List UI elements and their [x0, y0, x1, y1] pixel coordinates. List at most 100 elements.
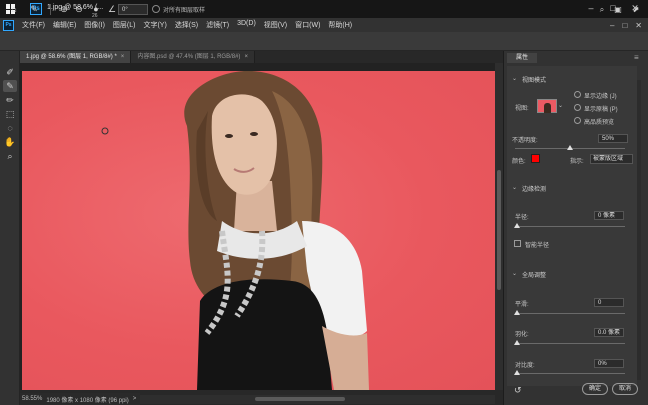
- close-icon[interactable]: ×: [121, 54, 125, 60]
- chevron-down-icon[interactable]: ⌄: [512, 184, 517, 191]
- workspace-icon[interactable]: ▣: [612, 4, 624, 15]
- brush-subtract-icon[interactable]: ⊖: [73, 4, 85, 15]
- zoom-tool-icon[interactable]: ⌕: [3, 150, 17, 162]
- radius-label: 半径:: [515, 215, 529, 221]
- sample-all-layers-label: 对所有图层取样: [163, 8, 206, 14]
- ok-button[interactable]: 确定: [582, 383, 608, 395]
- menu-help[interactable]: 帮助(H): [324, 20, 356, 30]
- canvas[interactable]: [22, 71, 495, 390]
- menu-bar: Ps 文件(F) 编辑(E) 图像(I) 图层(L) 文字(Y) 选择(S) 滤…: [0, 18, 648, 32]
- hand-tool-icon[interactable]: ✋: [3, 136, 17, 148]
- brush-add-icon[interactable]: ⊕: [58, 4, 70, 15]
- app-close-button[interactable]: ✕: [635, 21, 642, 30]
- contrast-slider-thumb[interactable]: [514, 370, 520, 375]
- feather-slider-thumb[interactable]: [514, 340, 520, 345]
- feather-label: 羽化:: [515, 332, 529, 338]
- indicates-label: 指示:: [570, 159, 584, 165]
- menu-select[interactable]: 选择(S): [171, 20, 202, 30]
- smooth-slider-thumb[interactable]: [514, 310, 520, 315]
- view-mode-heading: 视图模式: [522, 78, 547, 84]
- show-edge-label: 显示边缘 (J): [584, 94, 617, 100]
- menu-view[interactable]: 视图(V): [260, 20, 291, 30]
- tab-properties[interactable]: 属性: [507, 53, 537, 63]
- view-label: 视图:: [515, 106, 529, 112]
- feather-slider[interactable]: [515, 343, 625, 344]
- menu-layer[interactable]: 图层(L): [109, 20, 140, 30]
- photoshop-logo-icon: Ps: [3, 19, 14, 31]
- home-icon[interactable]: ⌂: [8, 4, 20, 15]
- smooth-slider[interactable]: [515, 313, 625, 314]
- contrast-label: 对比度:: [515, 363, 535, 369]
- feather-field[interactable]: 0.0 像素: [594, 328, 624, 337]
- menu-file[interactable]: 文件(F): [18, 20, 49, 30]
- opacity-slider-thumb[interactable]: [567, 145, 573, 150]
- horizontal-scroll-thumb[interactable]: [255, 397, 345, 401]
- high-quality-preview-label: 高品质预览: [584, 120, 615, 126]
- smooth-label: 平滑:: [515, 302, 529, 308]
- indicates-select[interactable]: 被蒙版区域: [590, 154, 633, 164]
- menu-type[interactable]: 文字(Y): [139, 20, 170, 30]
- menu-image[interactable]: 图像(I): [80, 20, 109, 30]
- menu-edit[interactable]: 编辑(E): [49, 20, 80, 30]
- status-menu-arrow[interactable]: >: [133, 396, 137, 402]
- portrait-photo: [101, 71, 369, 390]
- brush-tool-icon[interactable]: ✏: [3, 94, 17, 106]
- opacity-label: 不透明度:: [512, 138, 538, 144]
- menu-filter[interactable]: 滤镜(T): [202, 20, 233, 30]
- menu-3d[interactable]: 3D(D): [233, 20, 260, 30]
- panel-menu-icon[interactable]: ≡: [634, 53, 639, 62]
- quick-selection-tool-icon[interactable]: ✐: [3, 66, 17, 78]
- brush-size-label: 26: [92, 13, 98, 19]
- search-icon[interactable]: ⌕: [596, 4, 608, 15]
- vertical-scroll-thumb[interactable]: [497, 170, 501, 290]
- tab-label: 1.jpg @ 58.6% (图层 1, RGB/8#) *: [26, 54, 117, 60]
- chevron-down-icon[interactable]: ⌄: [512, 270, 517, 277]
- lasso-tool-icon[interactable]: ◌: [3, 122, 17, 134]
- show-edge-checkbox[interactable]: [574, 91, 581, 98]
- document-info: 1980 像素 x 1080 像素 (96 ppi): [46, 397, 129, 404]
- app-maximize-button[interactable]: □: [622, 21, 627, 30]
- chevron-down-icon[interactable]: ⌄: [558, 102, 563, 109]
- cancel-button[interactable]: 取消: [612, 383, 638, 395]
- color-label: 颜色:: [512, 159, 526, 165]
- document-tabs: 1.jpg @ 58.6% (图层 1, RGB/8#) * × 内容图.psd …: [20, 51, 503, 63]
- radius-field[interactable]: 0 像素: [594, 211, 624, 220]
- edge-detection-heading: 边缘检测: [522, 187, 547, 193]
- tab-label: 内容图.psd @ 47.4% (图层 1, RGB/8#): [137, 54, 241, 60]
- view-mode-thumbnail[interactable]: [537, 99, 557, 113]
- smart-radius-checkbox[interactable]: [514, 240, 521, 247]
- tab-document-1[interactable]: 1.jpg @ 58.6% (图层 1, RGB/8#) * ×: [20, 51, 132, 63]
- high-quality-preview-checkbox[interactable]: [574, 117, 581, 124]
- radius-slider[interactable]: [515, 226, 625, 227]
- radius-slider-thumb[interactable]: [514, 223, 520, 228]
- show-original-label: 显示原稿 (P): [584, 107, 618, 113]
- refine-edge-brush-tool-icon[interactable]: ✎: [3, 80, 17, 92]
- left-eye: [225, 134, 233, 138]
- sample-all-layers-checkbox[interactable]: [152, 5, 160, 13]
- zoom-level[interactable]: 58.55%: [22, 396, 42, 402]
- options-bar: [0, 32, 648, 51]
- opacity-field[interactable]: 50%: [598, 134, 628, 143]
- status-bar: 58.55% 1980 像素 x 1080 像素 (96 ppi) >: [20, 393, 140, 405]
- close-icon[interactable]: ×: [244, 54, 248, 60]
- overlay-color-swatch[interactable]: [531, 154, 540, 163]
- object-selection-tool-icon[interactable]: ⬚: [3, 108, 17, 120]
- show-original-checkbox[interactable]: [574, 104, 581, 111]
- black-top: [197, 279, 332, 390]
- menu-window[interactable]: 窗口(W): [291, 20, 324, 30]
- share-icon[interactable]: ⬈: [630, 4, 642, 15]
- panel-scrollbar[interactable]: [637, 80, 641, 380]
- smooth-field[interactable]: 0: [594, 298, 624, 307]
- reset-icon[interactable]: ↺: [514, 385, 522, 396]
- smart-radius-label: 智能半径: [525, 243, 550, 249]
- angle-field[interactable]: 0°: [118, 4, 148, 15]
- contrast-slider[interactable]: [515, 373, 625, 374]
- app-minimize-button[interactable]: –: [610, 21, 614, 30]
- contrast-field[interactable]: 0%: [594, 359, 624, 368]
- options-separator: [50, 4, 51, 15]
- global-refinements-heading: 全局调整: [522, 273, 547, 279]
- right-eye: [250, 132, 258, 136]
- tab-document-2[interactable]: 内容图.psd @ 47.4% (图层 1, RGB/8#) ×: [131, 51, 255, 63]
- brush-tool-icon[interactable]: ✎: [28, 4, 40, 15]
- chevron-down-icon[interactable]: ⌄: [512, 75, 517, 82]
